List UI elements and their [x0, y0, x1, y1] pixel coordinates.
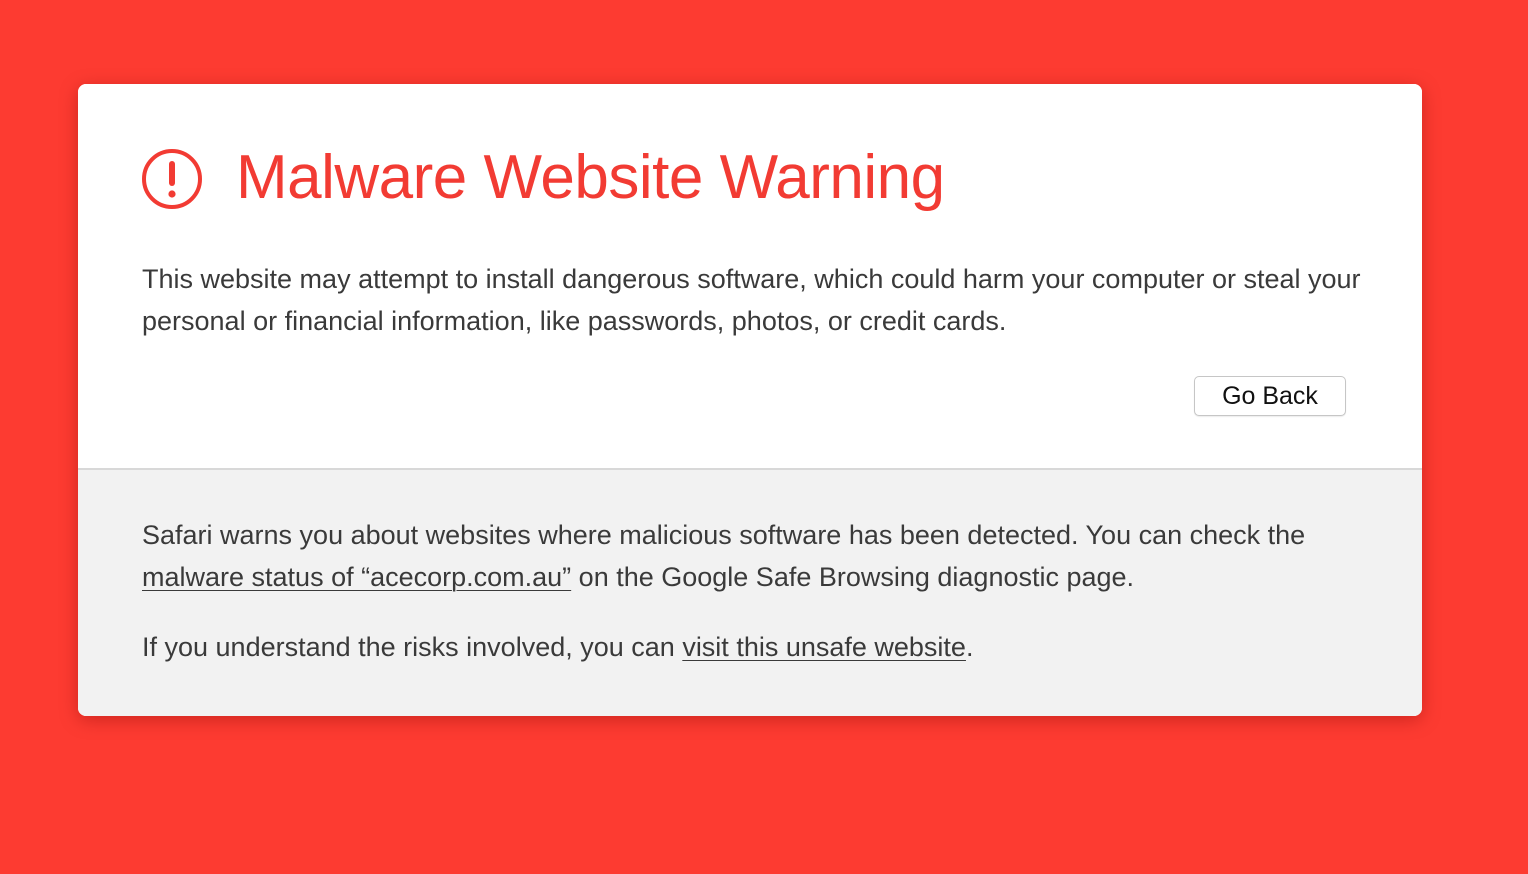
malware-status-text-after: on the Google Safe Browsing diagnostic p…	[571, 562, 1135, 592]
unsafe-website-text-before: If you understand the risks involved, yo…	[142, 632, 683, 662]
unsafe-website-paragraph: If you understand the risks involved, yo…	[142, 626, 1372, 668]
warning-description: This website may attempt to install dang…	[142, 264, 1361, 336]
unsafe-website-text-after: .	[965, 632, 974, 662]
warning-header-section: Malware Website Warning This website may…	[78, 84, 1422, 468]
exclamation-circle-icon	[141, 148, 203, 210]
malware-status-link[interactable]: malware status of “acecorp.com.au”	[142, 562, 571, 592]
malware-status-paragraph: Safari warns you about websites where ma…	[142, 514, 1372, 598]
page-title: Malware Website Warning	[236, 143, 945, 212]
warning-card: Malware Website Warning This website may…	[78, 84, 1422, 716]
go-back-button[interactable]: Go Back	[1194, 376, 1346, 416]
visit-unsafe-website-link[interactable]: visit this unsafe website	[682, 632, 966, 662]
malware-status-text-before: Safari warns you about websites where ma…	[142, 520, 1306, 550]
